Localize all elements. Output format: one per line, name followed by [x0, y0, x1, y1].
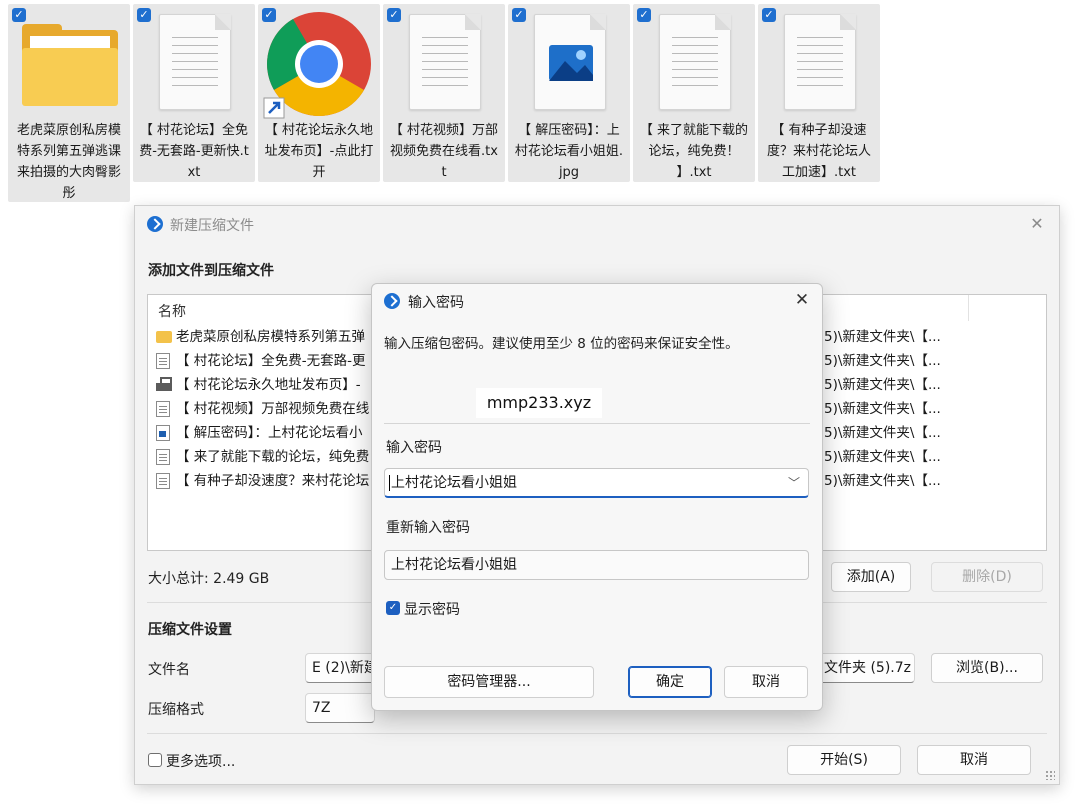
window-title: 新建压缩文件: [170, 218, 254, 234]
list-item-path: 5)\新建文件夹\【...: [824, 473, 941, 489]
total-size-text: 大小总计: 2.49 GB: [148, 571, 270, 587]
cancel-button[interactable]: 取消: [724, 666, 808, 698]
image-file-icon: [508, 12, 630, 120]
delete-button[interactable]: 删除(D): [931, 562, 1043, 592]
desktop-file-shortcut[interactable]: ✓ 【 村花论坛永久地址发布页】-点此打开: [258, 4, 380, 182]
image-icon: [156, 425, 170, 441]
file-name: 【 解压密码】：上村花论坛看小姐姐.jpg: [514, 123, 624, 180]
desktop-file-folder[interactable]: ✓ 老虎菜原创私房模特系列第五弹逃课来拍摄的大肉臀影彤: [8, 4, 130, 202]
list-item-name: 【 村花论坛】全免费-无套路-更: [176, 353, 366, 369]
document-icon: [156, 449, 170, 465]
close-button[interactable]: ✕: [790, 288, 814, 312]
app-logo-icon: [147, 216, 163, 232]
file-name: 【 来了就能下载的论坛，纯免费！ 】.txt: [639, 123, 749, 180]
list-item-path: 5)\新建文件夹\【...: [824, 425, 941, 441]
add-files-heading: 添加文件到压缩文件: [148, 263, 274, 279]
app-logo-icon: [384, 293, 400, 309]
text-document-icon: [383, 12, 505, 120]
more-options-checkbox[interactable]: [148, 753, 162, 767]
list-item-name: 【 村花视频】万部视频免费在线: [176, 401, 370, 417]
password-dialog: 输入密码 ✕ 输入压缩包密码。建议使用至少 8 位的密码来保证安全性。 mmp2…: [371, 283, 823, 711]
desktop-file-image[interactable]: ✓ 【 解压密码】：上村花论坛看小姐姐.jpg: [508, 4, 630, 182]
shortcut-icon: [156, 377, 172, 391]
confirm-password-input[interactable]: 上村花论坛看小姐姐: [384, 550, 809, 580]
filename-label: 文件名: [148, 662, 190, 678]
document-icon: [156, 353, 170, 369]
password-value: 上村花论坛看小姐姐: [391, 475, 517, 491]
list-item-name: 【 村花论坛永久地址发布页】-: [176, 377, 361, 393]
list-item-name: 老虎菜原创私房模特系列第五弹: [176, 329, 365, 345]
list-item-path: 5)\新建文件夹\【...: [824, 449, 941, 465]
format-label: 压缩格式: [148, 702, 204, 718]
archive-settings-heading: 压缩文件设置: [148, 622, 232, 638]
filename-input[interactable]: E (2)\新建: [305, 653, 375, 683]
password-input[interactable]: 上村花论坛看小姐姐 ﹀: [384, 468, 809, 498]
divider: [147, 733, 1047, 734]
list-item-path: 5)\新建文件夹\【...: [824, 329, 941, 345]
desktop-file-txt[interactable]: ✓ 【 村花视频】万部视频免费在线看.txt: [383, 4, 505, 182]
browse-button[interactable]: 浏览(B)...: [931, 653, 1043, 683]
list-item-name: 【 解压密码】：上村花论坛看小: [176, 425, 363, 441]
password-label: 输入密码: [386, 440, 442, 456]
text-document-icon: [133, 12, 255, 120]
file-name: 【 村花论坛永久地址发布页】-点此打开: [264, 123, 374, 180]
folder-icon: [156, 331, 172, 343]
document-icon: [156, 473, 170, 489]
text-document-icon: [758, 12, 880, 120]
confirm-password-label: 重新输入密码: [386, 520, 470, 536]
column-separator[interactable]: [968, 295, 969, 321]
confirm-password-value: 上村花论坛看小姐姐: [391, 557, 517, 573]
start-button[interactable]: 开始(S): [787, 745, 901, 775]
list-item-name: 【 有种子却没速度？来村花论坛: [176, 473, 370, 489]
folder-icon: [8, 12, 130, 120]
desktop-file-txt[interactable]: ✓ 【 有种子却没速度？来村花论坛人工加速】.txt: [758, 4, 880, 182]
list-item-path: 5)\新建文件夹\【...: [824, 353, 941, 369]
desktop-file-txt[interactable]: ✓ 【 来了就能下载的论坛，纯免费！ 】.txt: [633, 4, 755, 182]
show-password-checkbox[interactable]: ✓: [386, 601, 400, 615]
file-name: 【 有种子却没速度？来村花论坛人工加速】.txt: [766, 123, 871, 180]
text-caret: [389, 475, 390, 491]
watermark-text: mmp233.xyz: [476, 388, 602, 418]
text-document-icon: [633, 12, 755, 120]
file-name: 老虎菜原创私房模特系列第五弹逃课来拍摄的大肉臀影彤: [16, 123, 121, 201]
dialog-title: 输入密码: [408, 295, 464, 311]
ok-button[interactable]: 确定: [628, 666, 712, 698]
password-manager-button[interactable]: 密码管理器...: [384, 666, 594, 698]
file-name: 【 村花论坛】全免费-无套路-更新快.txt: [139, 123, 249, 180]
more-options-label[interactable]: 更多选项...: [166, 751, 235, 771]
list-item-path: 5)\新建文件夹\【...: [824, 377, 941, 393]
desktop-file-txt[interactable]: ✓ 【 村花论坛】全免费-无套路-更新快.txt: [133, 4, 255, 182]
filename-input-tail[interactable]: 文件夹 (5).7z: [815, 653, 915, 683]
password-hint-text: 输入压缩包密码。建议使用至少 8 位的密码来保证安全性。: [384, 336, 739, 352]
list-item-path: 5)\新建文件夹\【...: [824, 401, 941, 417]
resize-grip-icon[interactable]: [1045, 770, 1055, 780]
column-header-name[interactable]: 名称: [158, 301, 186, 321]
chrome-shortcut-icon: [258, 12, 380, 120]
show-password-label[interactable]: 显示密码: [404, 599, 460, 619]
add-button[interactable]: 添加(A): [831, 562, 911, 592]
cancel-button[interactable]: 取消: [917, 745, 1031, 775]
document-icon: [156, 401, 170, 417]
close-button[interactable]: ✕: [1025, 212, 1049, 236]
divider: [384, 423, 810, 424]
file-name: 【 村花视频】万部视频免费在线看.txt: [389, 123, 499, 180]
list-item-name: 【 来了就能下载的论坛，纯免费: [176, 449, 370, 465]
chevron-down-icon[interactable]: ﹀: [788, 469, 800, 497]
format-select[interactable]: 7Z: [305, 693, 375, 723]
title-bar[interactable]: 新建压缩文件 ✕: [135, 206, 1059, 242]
